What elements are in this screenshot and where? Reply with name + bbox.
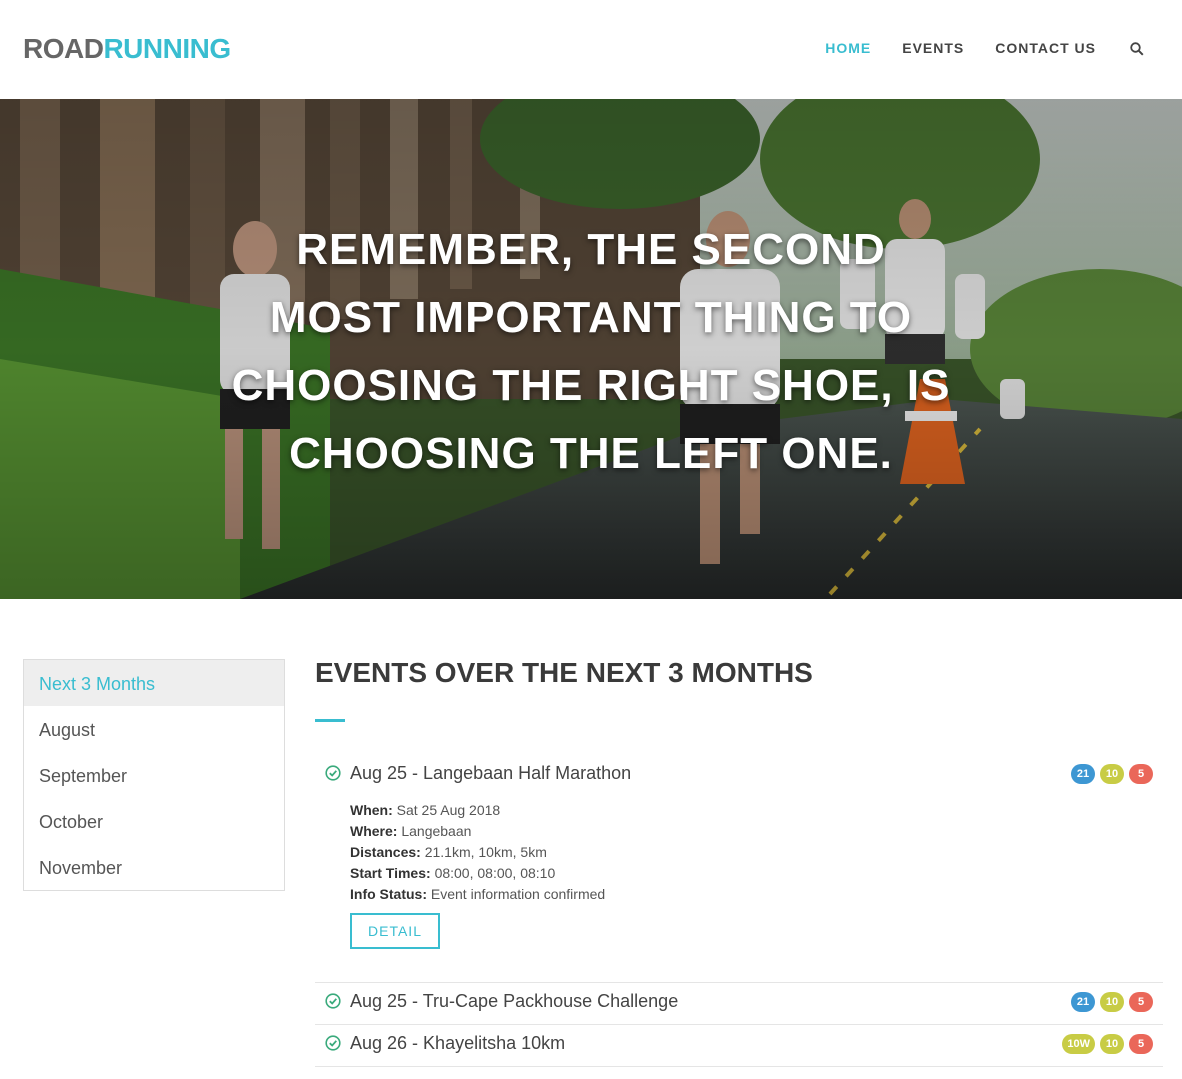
search-icon[interactable] bbox=[1130, 42, 1144, 56]
distance-badge: 10 bbox=[1100, 992, 1124, 1012]
hero-quote: REMEMBER, THE SECOND MOST IMPORTANT THIN… bbox=[231, 225, 951, 478]
distance-badge: 21 bbox=[1071, 764, 1095, 784]
event-divider bbox=[315, 1066, 1163, 1067]
distance-badge: 21 bbox=[1071, 992, 1095, 1012]
nav-events[interactable]: EVENTS bbox=[902, 40, 964, 56]
nav-home[interactable]: HOME bbox=[825, 40, 871, 56]
distance-badges: 10W 10 5 bbox=[1057, 1034, 1153, 1054]
logo-road: ROAD bbox=[23, 33, 104, 64]
check-circle-icon bbox=[325, 1035, 341, 1051]
event-item: Aug 26 - Khayelitsha 10km 10W 10 5 bbox=[315, 1030, 1163, 1066]
event-item: Aug 25 - Langebaan Half Marathon 21 10 5… bbox=[315, 760, 1163, 980]
sidebar-item-next-3-months[interactable]: Next 3 Months bbox=[24, 660, 284, 706]
distance-badge: 5 bbox=[1129, 1034, 1153, 1054]
event-header[interactable]: Aug 25 - Tru-Cape Packhouse Challenge 21… bbox=[315, 988, 1163, 1018]
event-divider bbox=[315, 982, 1163, 983]
detail-button[interactable]: DETAIL bbox=[350, 913, 440, 949]
info-status-label: Info Status: bbox=[350, 886, 427, 902]
event-header[interactable]: Aug 26 - Khayelitsha 10km 10W 10 5 bbox=[315, 1030, 1163, 1060]
event-title[interactable]: Aug 25 - Tru-Cape Packhouse Challenge bbox=[350, 991, 678, 1012]
distance-badge: 5 bbox=[1129, 764, 1153, 784]
where-label: Where: bbox=[350, 823, 398, 839]
distance-badge: 10 bbox=[1100, 764, 1124, 784]
event-divider bbox=[315, 1024, 1163, 1025]
when-label: When: bbox=[350, 802, 393, 818]
event-header[interactable]: Aug 25 - Langebaan Half Marathon 21 10 5 bbox=[315, 760, 1163, 790]
sidebar-item-october[interactable]: October bbox=[24, 798, 284, 844]
site-logo[interactable]: ROADRUNNING bbox=[23, 33, 231, 65]
distances-value: 21.1km, 10km, 5km bbox=[424, 844, 547, 860]
page-title: EVENTS OVER THE NEXT 3 MONTHS bbox=[315, 657, 813, 688]
nav-contact-us[interactable]: CONTACT US bbox=[995, 40, 1096, 56]
event-item: Aug 25 - Tru-Cape Packhouse Challenge 21… bbox=[315, 988, 1163, 1024]
hero-banner: REMEMBER, THE SECOND MOST IMPORTANT THIN… bbox=[0, 99, 1182, 599]
start-times-value: 08:00, 08:00, 08:10 bbox=[434, 865, 556, 881]
distance-badges: 21 10 5 bbox=[1066, 764, 1153, 784]
site-header: ROADRUNNING HOME EVENTS CONTACT US bbox=[0, 0, 1182, 99]
distance-badges: 21 10 5 bbox=[1066, 992, 1153, 1012]
sidebar-item-november[interactable]: November bbox=[24, 844, 284, 890]
distances-label: Distances: bbox=[350, 844, 421, 860]
distance-badge: 10 bbox=[1100, 1034, 1124, 1054]
event-details: When: Sat 25 Aug 2018 Where: Langebaan D… bbox=[350, 800, 605, 905]
title-underline bbox=[315, 719, 345, 722]
distance-badge: 5 bbox=[1129, 992, 1153, 1012]
sidebar-item-august[interactable]: August bbox=[24, 706, 284, 752]
where-value: Langebaan bbox=[401, 823, 472, 839]
info-status-value: Event information confirmed bbox=[430, 886, 606, 902]
events-section: EVENTS OVER THE NEXT 3 MONTHS Aug 25 - L… bbox=[315, 655, 1163, 1067]
start-times-label: Start Times: bbox=[350, 865, 431, 881]
event-title[interactable]: Aug 25 - Langebaan Half Marathon bbox=[350, 763, 631, 784]
check-circle-icon bbox=[325, 993, 341, 1009]
logo-running: RUNNING bbox=[103, 33, 231, 64]
month-filter-sidebar: Next 3 Months August September October N… bbox=[23, 659, 285, 891]
event-title[interactable]: Aug 26 - Khayelitsha 10km bbox=[350, 1033, 565, 1054]
sidebar-item-september[interactable]: September bbox=[24, 752, 284, 798]
main-nav: HOME EVENTS CONTACT US bbox=[794, 40, 1144, 56]
distance-badge: 10W bbox=[1062, 1034, 1095, 1054]
when-value: Sat 25 Aug 2018 bbox=[396, 802, 501, 818]
check-circle-icon bbox=[325, 765, 341, 781]
